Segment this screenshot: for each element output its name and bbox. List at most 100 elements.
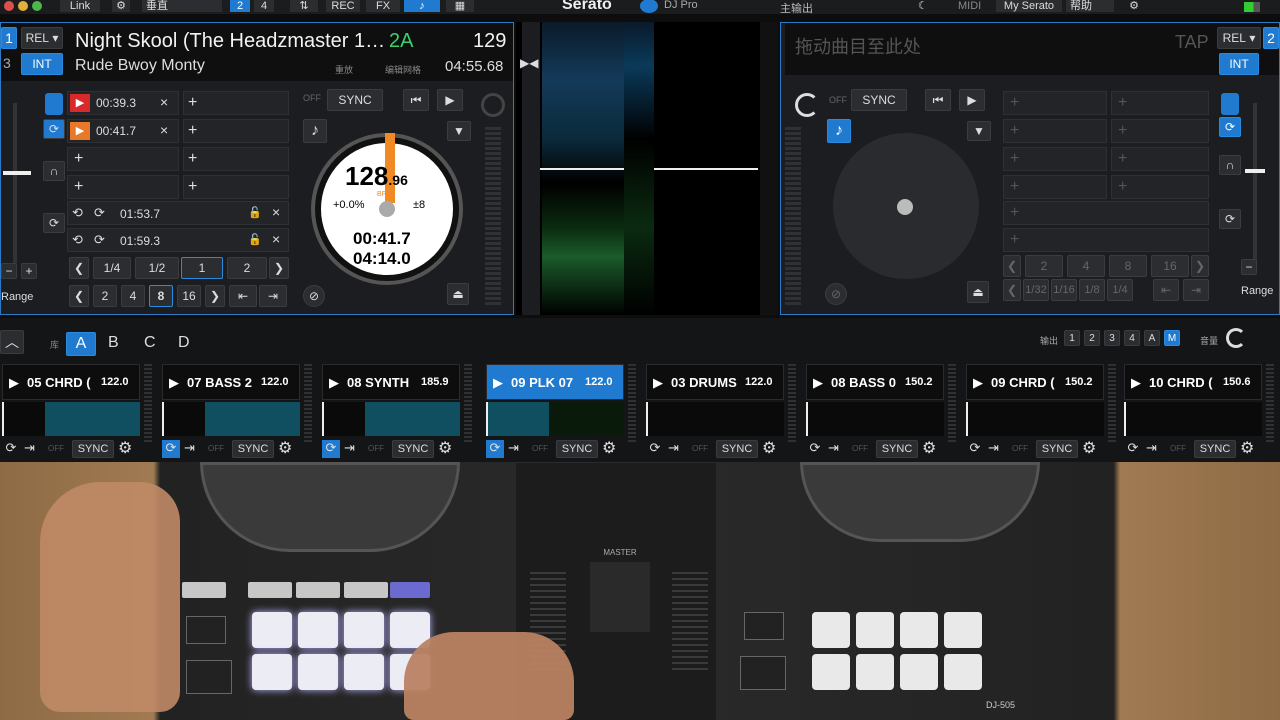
add-cue-icon[interactable]: + xyxy=(74,150,83,168)
remix-tab-b[interactable]: B xyxy=(108,334,119,352)
fx-button[interactable]: FX xyxy=(366,0,400,12)
tap-button[interactable]: TAP xyxy=(1175,32,1209,53)
slot-waveform[interactable] xyxy=(2,402,140,436)
drop-track-placeholder[interactable]: 拖动曲目至此处 xyxy=(795,33,921,59)
slot-skip-icon[interactable]: ⇥ xyxy=(668,440,679,456)
delete-loop-icon[interactable]: × xyxy=(272,204,280,220)
add-cue-icon[interactable]: + xyxy=(188,94,197,112)
beatjump-16[interactable]: 16 xyxy=(177,285,201,307)
slot-volume-fader[interactable] xyxy=(464,364,472,444)
beatjump-8[interactable]: 8 xyxy=(149,285,173,307)
gain-knob-icon[interactable] xyxy=(795,93,819,117)
censor-icon[interactable]: ∩ xyxy=(1219,155,1241,175)
slot-volume-fader[interactable] xyxy=(948,364,956,444)
tap-tempo-icon[interactable]: ⊘ xyxy=(303,285,325,307)
note-icon[interactable]: ♪ xyxy=(827,119,851,143)
saved-loop-2-empty[interactable]: + xyxy=(1003,228,1209,252)
slot-gear-icon[interactable]: ⚙ xyxy=(1082,438,1096,458)
shield-icon[interactable] xyxy=(1221,93,1239,115)
slot-header[interactable]: ▶ 07 BASS 2 122.0 xyxy=(162,364,300,400)
preferences-gear-icon[interactable]: ⚙ xyxy=(1124,0,1144,12)
beatjump-left-icon[interactable]: ❮ xyxy=(69,285,89,307)
slot-volume-fader[interactable] xyxy=(304,364,312,444)
cue-slot-3[interactable]: ▶ 00:41.7 × xyxy=(67,119,179,143)
shield-icon[interactable] xyxy=(45,93,63,115)
slot-loop-icon[interactable]: ⟳ xyxy=(2,440,20,458)
jump-forward-icon[interactable]: ⇥ xyxy=(259,285,287,307)
slot-gear-icon[interactable]: ⚙ xyxy=(118,438,132,458)
add-cue-icon[interactable]: + xyxy=(1118,94,1127,112)
slot-gear-icon[interactable]: ⚙ xyxy=(922,438,936,458)
jump-back-icon[interactable]: ⇤ xyxy=(229,285,257,307)
slot-sync-button[interactable]: SYNC xyxy=(72,440,114,458)
marker-down-icon[interactable]: ▼ xyxy=(967,121,991,141)
two-deck-button[interactable]: 2 xyxy=(230,0,250,12)
my-serato-button[interactable]: My Serato xyxy=(996,0,1062,12)
autoloop-frac-4[interactable]: 2 xyxy=(227,257,267,279)
cue-slot-8-empty[interactable]: + xyxy=(183,175,289,199)
add-cue-icon[interactable]: + xyxy=(1118,122,1127,140)
range-label[interactable]: Range xyxy=(1,291,33,303)
delete-cue-icon[interactable]: × xyxy=(160,122,168,138)
cue-slot-4-empty[interactable]: + xyxy=(1111,119,1209,143)
remix-slot[interactable]: ▶ 05 CHRD ( 122.0 ⟳ ⇥ OFF SYNC ⚙ xyxy=(2,364,154,460)
marker-down-icon[interactable]: ▼ xyxy=(447,121,471,141)
saved-loop-1-empty[interactable]: + xyxy=(1003,201,1209,225)
deck-1-button[interactable]: 1 xyxy=(1,27,17,49)
pitch-slider-handle[interactable] xyxy=(1245,169,1265,173)
slot-play-icon[interactable]: ▶ xyxy=(169,375,179,391)
slot-header[interactable]: ▶ 08 BASS 0 150.2 xyxy=(806,364,944,400)
slot-skip-icon[interactable]: ⇥ xyxy=(24,440,35,456)
range-label[interactable]: Range xyxy=(1241,285,1273,297)
slip-icon[interactable]: ⟳ xyxy=(1219,209,1241,229)
slot-play-icon[interactable]: ▶ xyxy=(329,375,339,391)
replay-label[interactable]: 重放 xyxy=(335,63,353,76)
censor-icon[interactable]: ∩ xyxy=(43,161,65,181)
autoloop-frac-1[interactable]: 1/32 xyxy=(1023,279,1049,301)
slot-skip-icon[interactable]: ⇥ xyxy=(184,440,195,456)
collapse-chevron-up-icon[interactable]: ︿ xyxy=(0,330,24,354)
settings-gear-icon[interactable]: ⚙ xyxy=(112,0,130,12)
prev-track-icon[interactable]: ⏮ xyxy=(403,89,429,111)
beatjump-4[interactable]: 4 xyxy=(121,285,145,307)
slot-play-icon[interactable]: ▶ xyxy=(9,375,19,391)
eject-icon[interactable]: ⏏ xyxy=(447,283,469,305)
slot-loop-icon[interactable]: ⟳ xyxy=(486,440,504,458)
slot-skip-icon[interactable]: ⇥ xyxy=(988,440,999,456)
slot-header[interactable]: ▶ 09 PLK 07 122.0 xyxy=(486,364,624,400)
slot-header[interactable]: ▶ 09 CHRD ( 150.2 xyxy=(966,364,1104,400)
sync-loop-icon[interactable]: ⟳ xyxy=(1219,117,1241,137)
cue-slot-6-empty[interactable]: + xyxy=(183,147,289,171)
autoloop-frac-4[interactable]: 1/4 xyxy=(1107,279,1133,301)
beatjump-right-icon[interactable]: ❯ xyxy=(1191,255,1209,277)
loop-play-icon[interactable]: ⟲ xyxy=(72,205,83,221)
link-button[interactable]: Link xyxy=(60,0,100,12)
loop-halve-left-icon[interactable]: ❮ xyxy=(69,257,89,279)
add-cue-icon[interactable]: + xyxy=(1118,178,1127,196)
sync-button[interactable]: SYNC xyxy=(851,89,907,111)
slot-sync-button[interactable]: SYNC xyxy=(1194,440,1236,458)
play-cue-icon[interactable]: ▶ xyxy=(70,122,90,140)
remix-tab-c[interactable]: C xyxy=(144,334,156,352)
slot-waveform[interactable] xyxy=(966,402,1104,436)
remix-slot[interactable]: ▶ 03 DRUMS 122.0 ⟳ ⇥ OFF SYNC ⚙ xyxy=(646,364,798,460)
slot-play-icon[interactable]: ▶ xyxy=(493,375,503,391)
int-mode-button[interactable]: INT xyxy=(21,53,63,75)
beatjump-left-icon[interactable]: ❮ xyxy=(1003,255,1021,277)
slot-play-icon[interactable]: ▶ xyxy=(1131,375,1141,391)
play-icon[interactable]: ▶ xyxy=(959,89,985,111)
beatjump-right-icon[interactable]: ❯ xyxy=(205,285,225,307)
slot-waveform[interactable] xyxy=(806,402,944,436)
output-3[interactable]: 3 xyxy=(1104,330,1120,346)
slot-loop-icon[interactable]: ⟳ xyxy=(646,440,664,458)
output-m[interactable]: M xyxy=(1164,330,1180,346)
slot-loop-icon[interactable]: ⟳ xyxy=(162,440,180,458)
slot-sync-button[interactable]: SYNC xyxy=(876,440,918,458)
autoloop-frac-3[interactable]: 1 xyxy=(181,257,223,279)
saved-loop-2[interactable]: ⟲ ⟳ 01:59.3 🔓 × xyxy=(67,228,289,252)
pitch-plus-button[interactable]: + xyxy=(21,263,37,279)
deck-2-button[interactable]: 2 xyxy=(1263,27,1279,49)
remix-slot[interactable]: ▶ 10 CHRD ( 150.6 ⟳ ⇥ OFF SYNC ⚙ xyxy=(1124,364,1276,460)
note-icon[interactable]: ♪ xyxy=(303,119,327,143)
slot-sync-button[interactable]: SYNC xyxy=(1036,440,1078,458)
